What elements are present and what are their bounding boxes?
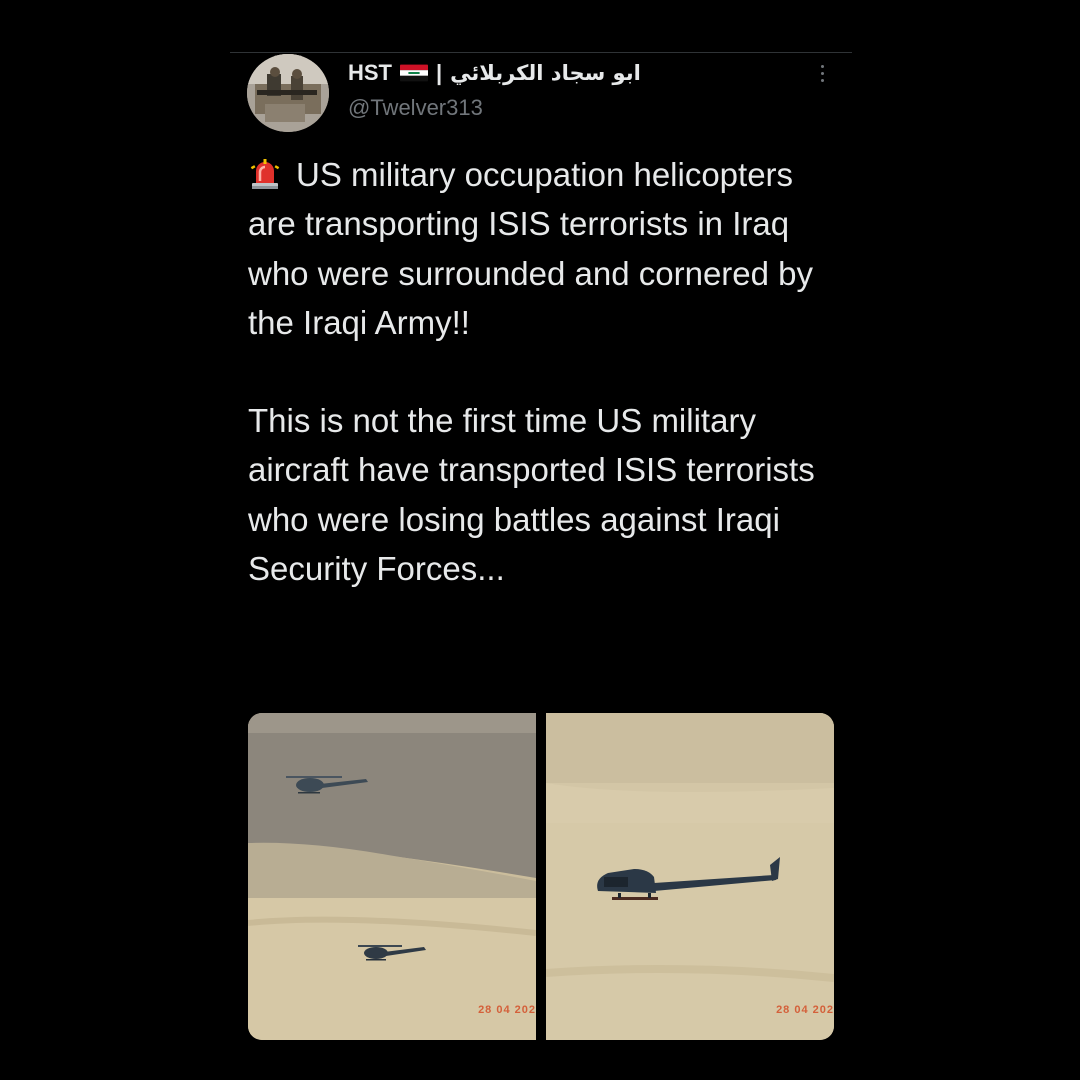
- avatar[interactable]: [247, 54, 329, 132]
- author-arabic-name[interactable]: ابو سجاد الكربلائي: [450, 61, 641, 85]
- iraq-flag-icon: [400, 64, 428, 82]
- more-options-icon[interactable]: [814, 60, 830, 86]
- avatar-image: [247, 54, 329, 132]
- helicopter-photo-2: [546, 713, 834, 1040]
- tweet-text: US military occupation helicopters are t…: [248, 150, 848, 593]
- media-photo-2[interactable]: 28 04 202: [546, 713, 834, 1040]
- top-divider: [230, 52, 852, 53]
- author-display-name[interactable]: HST: [348, 60, 392, 86]
- photo-date-stamp: 28 04 202: [478, 1004, 536, 1016]
- author-handle[interactable]: @Twelver313: [348, 95, 483, 121]
- author-line: HST | ابو سجاد الكربلائي: [348, 58, 641, 88]
- name-separator: |: [436, 60, 443, 85]
- helicopter-photo-1: [248, 713, 536, 1040]
- tweet-paragraph-1: US military occupation helicopters are t…: [248, 150, 848, 347]
- tweet-paragraph-2: This is not the first time US military a…: [248, 402, 815, 588]
- media-grid: 28 04 202 28 04 202: [248, 713, 834, 1040]
- photo-date-stamp: 28 04 202: [776, 1004, 834, 1016]
- tweet-paragraph-1-text: US military occupation helicopters are t…: [248, 156, 814, 341]
- media-photo-1[interactable]: 28 04 202: [248, 713, 536, 1040]
- police-siren-icon: [248, 157, 282, 191]
